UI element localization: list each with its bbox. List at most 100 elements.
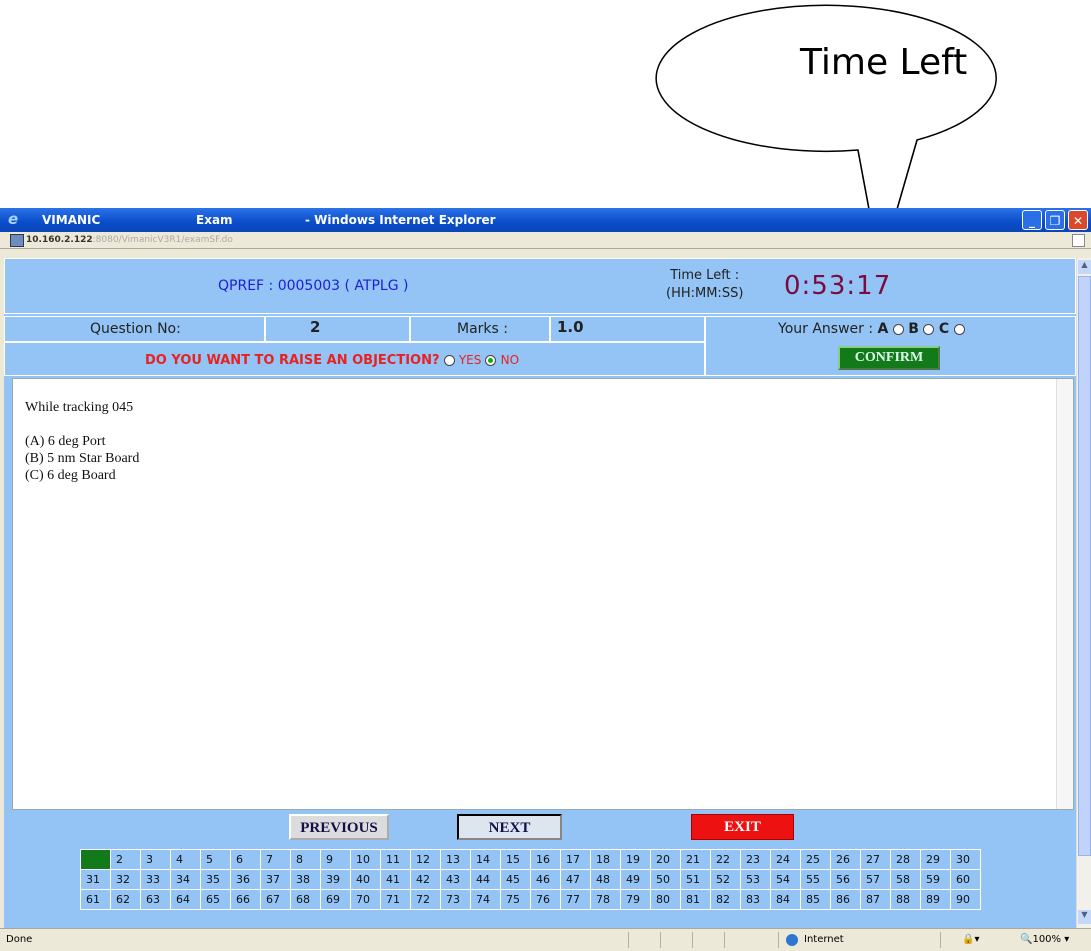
- question-number-cell[interactable]: 19: [620, 849, 651, 870]
- question-number-cell[interactable]: 42: [410, 869, 441, 890]
- next-button[interactable]: NEXT: [457, 814, 562, 840]
- question-number-cell[interactable]: 36: [230, 869, 261, 890]
- scroll-up-icon[interactable]: ▲: [1078, 260, 1091, 274]
- question-number-cell[interactable]: 37: [260, 869, 291, 890]
- question-number-cell[interactable]: 41: [380, 869, 411, 890]
- question-number-cell[interactable]: 60: [950, 869, 981, 890]
- option-b-radio[interactable]: [923, 323, 935, 335]
- question-number-cell[interactable]: 57: [860, 869, 891, 890]
- question-number-cell[interactable]: 52: [710, 869, 741, 890]
- question-number-cell[interactable]: 25: [800, 849, 831, 870]
- question-number-cell[interactable]: 79: [620, 889, 651, 910]
- question-number-cell[interactable]: 78: [590, 889, 621, 910]
- exit-button[interactable]: EXIT: [691, 814, 794, 840]
- question-number-cell[interactable]: 53: [740, 869, 771, 890]
- question-number-cell[interactable]: 72: [410, 889, 441, 910]
- question-number-cell[interactable]: 5: [200, 849, 231, 870]
- question-number-cell[interactable]: 14: [470, 849, 501, 870]
- question-number-cell[interactable]: 61: [80, 889, 111, 910]
- question-number-cell[interactable]: 22: [710, 849, 741, 870]
- question-number-cell[interactable]: 26: [830, 849, 861, 870]
- question-number-cell[interactable]: 44: [470, 869, 501, 890]
- question-number-cell[interactable]: 20: [650, 849, 681, 870]
- question-number-cell[interactable]: 76: [530, 889, 561, 910]
- question-number-cell[interactable]: 80: [650, 889, 681, 910]
- question-number-cell[interactable]: 68: [290, 889, 321, 910]
- question-number-cell[interactable]: 18: [590, 849, 621, 870]
- question-number-cell[interactable]: 89: [920, 889, 951, 910]
- option-a-radio[interactable]: [892, 323, 904, 335]
- question-number-cell[interactable]: 17: [560, 849, 591, 870]
- question-number-cell[interactable]: 45: [500, 869, 531, 890]
- confirm-button[interactable]: CONFIRM: [838, 346, 940, 370]
- question-number-cell[interactable]: 74: [470, 889, 501, 910]
- question-number-cell[interactable]: 65: [200, 889, 231, 910]
- question-number-cell[interactable]: 4: [170, 849, 201, 870]
- question-number-cell[interactable]: 12: [410, 849, 441, 870]
- question-number-cell[interactable]: 8: [290, 849, 321, 870]
- question-number-cell[interactable]: 29: [920, 849, 951, 870]
- question-number-cell[interactable]: 43: [440, 869, 471, 890]
- objection-no-radio[interactable]: [485, 355, 497, 366]
- question-number-cell[interactable]: 35: [200, 869, 231, 890]
- question-number-cell[interactable]: 51: [680, 869, 711, 890]
- question-number-cell[interactable]: 2: [110, 849, 141, 870]
- question-number-cell[interactable]: 82: [710, 889, 741, 910]
- question-number-cell[interactable]: 31: [80, 869, 111, 890]
- question-number-cell[interactable]: 63: [140, 889, 171, 910]
- question-number-cell[interactable]: 24: [770, 849, 801, 870]
- question-number-cell[interactable]: 28: [890, 849, 921, 870]
- question-number-cell[interactable]: 59: [920, 869, 951, 890]
- question-number-cell[interactable]: 47: [560, 869, 591, 890]
- question-number-cell[interactable]: 69: [320, 889, 351, 910]
- question-number-cell[interactable]: 83: [740, 889, 771, 910]
- question-number-cell[interactable]: 88: [890, 889, 921, 910]
- question-number-cell[interactable]: 49: [620, 869, 651, 890]
- previous-button[interactable]: PREVIOUS: [289, 814, 389, 840]
- question-number-cell[interactable]: 23: [740, 849, 771, 870]
- scroll-down-icon[interactable]: ▼: [1078, 910, 1091, 924]
- question-number-cell[interactable]: 3: [140, 849, 171, 870]
- question-number-cell[interactable]: 9: [320, 849, 351, 870]
- question-number-cell[interactable]: 16: [530, 849, 561, 870]
- question-number-cell[interactable]: 7: [260, 849, 291, 870]
- scroll-thumb[interactable]: [1078, 276, 1091, 856]
- question-number-cell[interactable]: 38: [290, 869, 321, 890]
- question-number-cell[interactable]: 21: [680, 849, 711, 870]
- option-c-radio[interactable]: [953, 323, 965, 335]
- question-number-cell[interactable]: 77: [560, 889, 591, 910]
- maximize-button[interactable]: ❐: [1045, 210, 1065, 230]
- question-number-cell[interactable]: 86: [830, 889, 861, 910]
- question-number-cell[interactable]: 32: [110, 869, 141, 890]
- question-number-cell[interactable]: 1: [80, 849, 111, 870]
- question-number-cell[interactable]: 33: [140, 869, 171, 890]
- question-number-cell[interactable]: 54: [770, 869, 801, 890]
- question-number-cell[interactable]: 10: [350, 849, 381, 870]
- page-scrollbar[interactable]: ▲ ▼: [1076, 258, 1091, 928]
- question-number-cell[interactable]: 90: [950, 889, 981, 910]
- question-number-cell[interactable]: 58: [890, 869, 921, 890]
- question-number-cell[interactable]: 73: [440, 889, 471, 910]
- close-button[interactable]: ✕: [1068, 210, 1088, 230]
- question-number-cell[interactable]: 75: [500, 889, 531, 910]
- url-text[interactable]: 10.160.2.122:8080/VimanicV3R1/examSF.do: [26, 232, 233, 248]
- minimize-button[interactable]: _: [1022, 210, 1042, 230]
- question-number-cell[interactable]: 62: [110, 889, 141, 910]
- question-number-cell[interactable]: 6: [230, 849, 261, 870]
- question-number-cell[interactable]: 70: [350, 889, 381, 910]
- question-number-cell[interactable]: 66: [230, 889, 261, 910]
- question-number-cell[interactable]: 13: [440, 849, 471, 870]
- question-number-cell[interactable]: 34: [170, 869, 201, 890]
- question-number-cell[interactable]: 50: [650, 869, 681, 890]
- protected-mode-icon[interactable]: 🔒▾: [962, 929, 979, 951]
- question-number-cell[interactable]: 84: [770, 889, 801, 910]
- objection-yes-radio[interactable]: [443, 355, 455, 366]
- question-number-cell[interactable]: 56: [830, 869, 861, 890]
- zoom-level[interactable]: 🔍100% ▾: [1020, 929, 1069, 951]
- question-number-cell[interactable]: 46: [530, 869, 561, 890]
- question-number-cell[interactable]: 67: [260, 889, 291, 910]
- question-number-cell[interactable]: 85: [800, 889, 831, 910]
- question-scrollbar[interactable]: [1056, 379, 1073, 809]
- question-number-cell[interactable]: 15: [500, 849, 531, 870]
- question-number-cell[interactable]: 55: [800, 869, 831, 890]
